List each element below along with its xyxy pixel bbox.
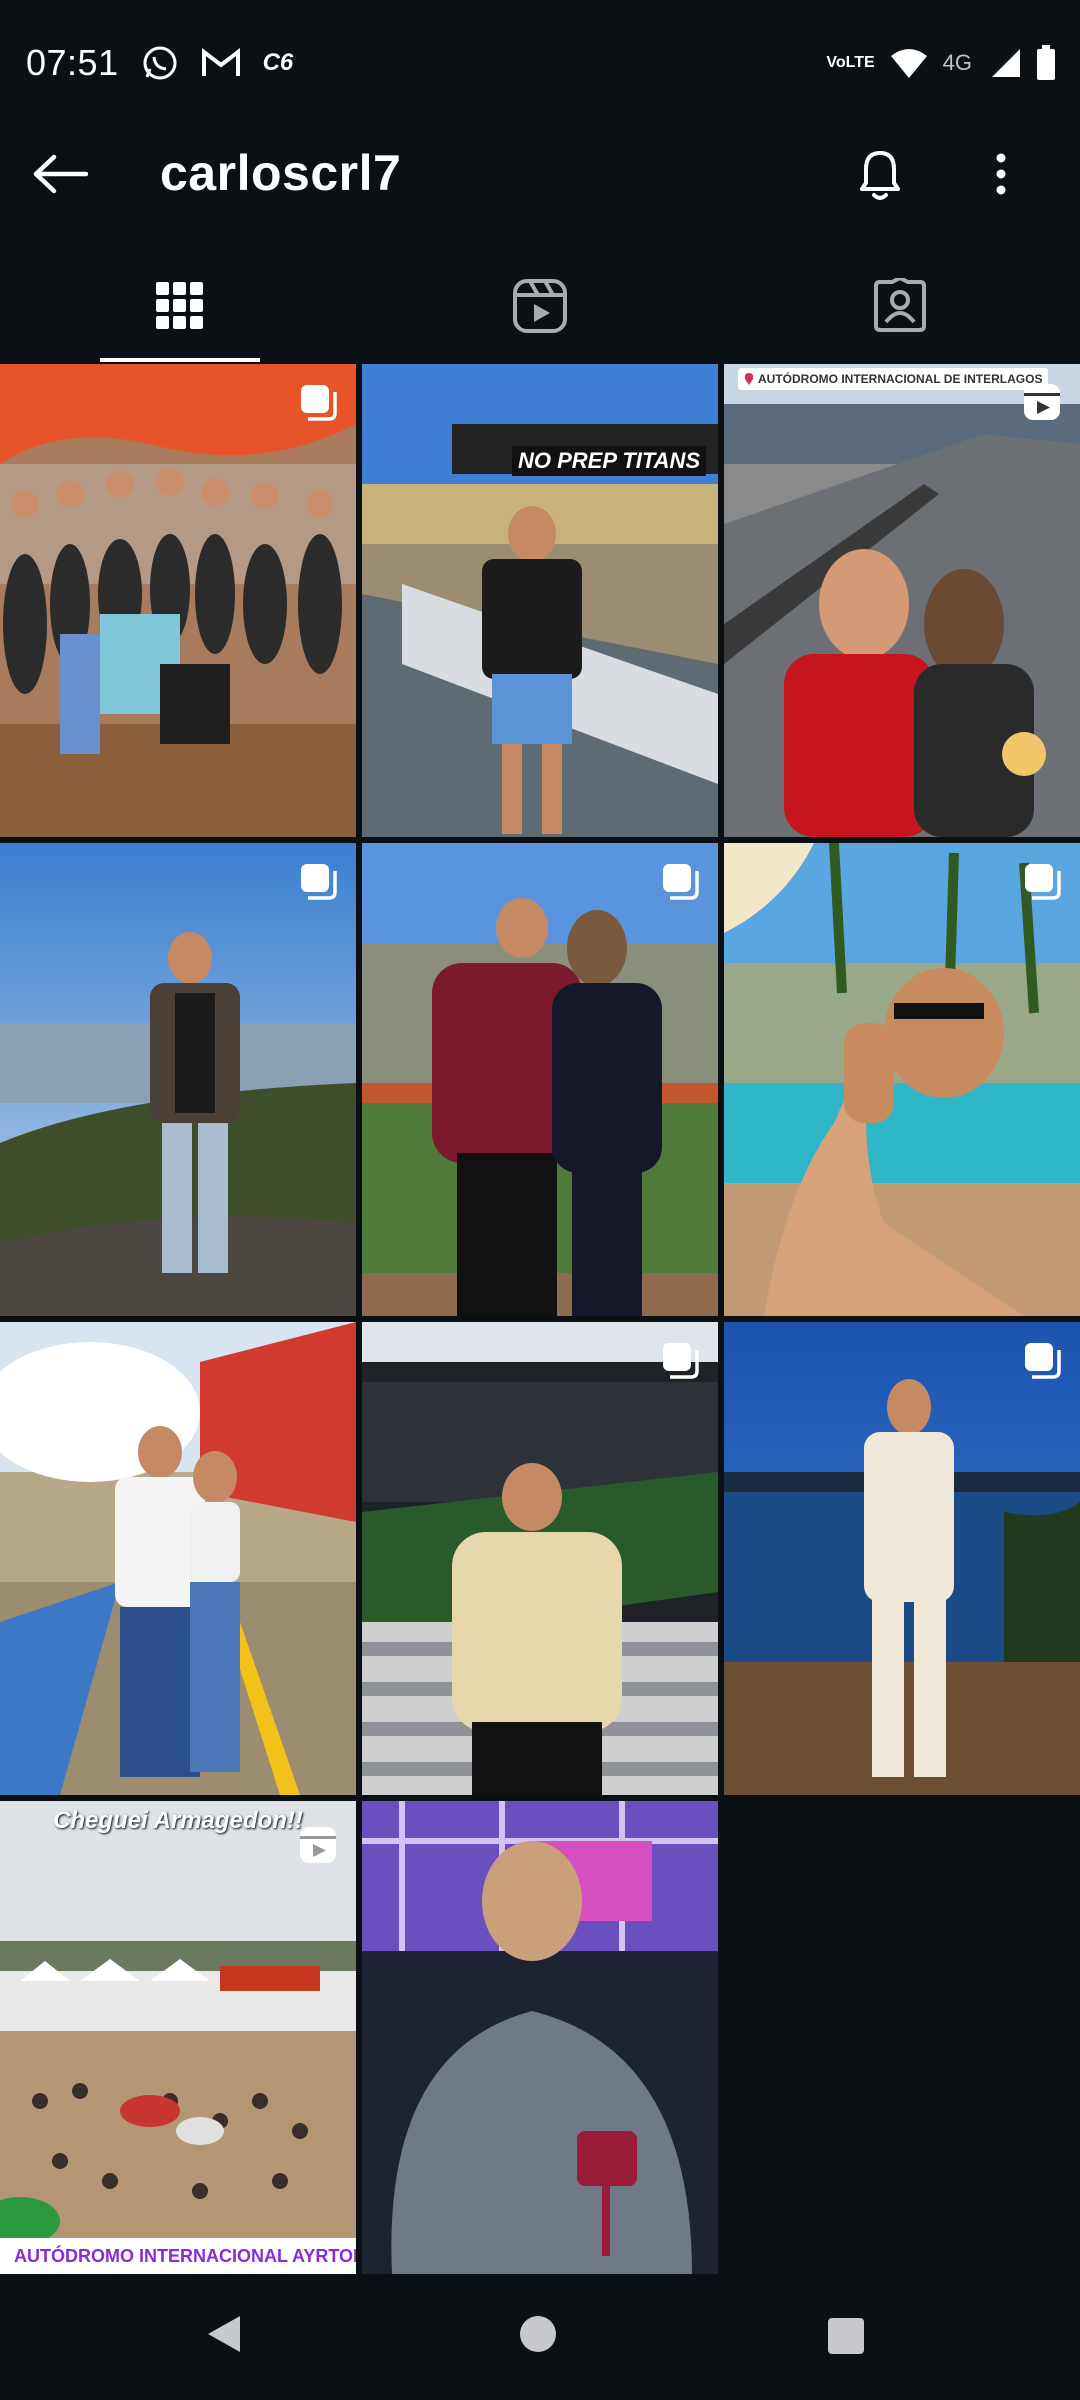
post-location-tag: AUTÓDROMO INTERNACIONAL AYRTON SENNA... xyxy=(0,2238,356,2274)
carousel-icon xyxy=(298,382,338,427)
carousel-icon xyxy=(1022,861,1062,906)
post-banner-text: NO PREP TITANS xyxy=(512,446,707,476)
more-options-button[interactable] xyxy=(976,142,1026,206)
profile-tabs xyxy=(0,250,1080,362)
grid-icon xyxy=(156,282,203,329)
tagged-icon xyxy=(874,278,926,332)
carousel-icon xyxy=(660,861,700,906)
reel-icon xyxy=(298,1825,338,1870)
tab-reels[interactable] xyxy=(360,250,720,362)
post-thumbnail-8[interactable] xyxy=(362,1322,718,1795)
carousel-icon xyxy=(298,861,338,906)
more-vertical-icon xyxy=(996,153,1006,195)
post-location-tag: AUTÓDROMO INTERNACIONAL DE INTERLAGOS xyxy=(738,368,1049,390)
c6-bank-icon: C6 xyxy=(262,49,294,76)
nav-home-button[interactable] xyxy=(520,2316,556,2352)
wifi-icon xyxy=(889,46,929,80)
location-pin-icon xyxy=(744,373,754,385)
post-thumbnail-7[interactable] xyxy=(0,1322,356,1795)
gmail-icon xyxy=(201,47,241,79)
back-button[interactable] xyxy=(30,146,90,202)
battery-icon xyxy=(1036,45,1056,81)
whatsapp-icon xyxy=(141,44,179,82)
nav-back-button[interactable] xyxy=(204,2314,244,2354)
carousel-icon xyxy=(660,1340,700,1385)
post-thumbnail-10[interactable]: Cheguei Armagedon!! AUTÓDROMO INTERNACIO… xyxy=(0,1801,356,2274)
tab-tagged[interactable] xyxy=(720,250,1080,362)
post-thumbnail-6[interactable] xyxy=(724,843,1080,1316)
network-type-label: 4G xyxy=(942,50,972,75)
post-thumbnail-2[interactable]: NO PREP TITANS xyxy=(362,364,718,837)
post-thumbnail-9[interactable] xyxy=(724,1322,1080,1795)
profile-username: carloscrl7 xyxy=(160,145,402,201)
tab-selected-indicator xyxy=(100,358,260,362)
signal-icon xyxy=(990,47,1022,79)
posts-grid: NO PREP TITANS AUTÓDROMO INTERNACIONAL D… xyxy=(0,364,1080,2274)
status-time: 07:51 xyxy=(26,42,119,83)
tab-posts-grid[interactable] xyxy=(0,250,360,362)
post-thumbnail-5[interactable] xyxy=(362,843,718,1316)
post-thumbnail-1[interactable] xyxy=(0,364,356,837)
post-thumbnail-4[interactable] xyxy=(0,843,356,1316)
reels-icon xyxy=(513,279,567,333)
profile-top-bar: carloscrl7 xyxy=(0,126,1080,224)
arrow-left-icon xyxy=(33,154,88,194)
notifications-button[interactable] xyxy=(848,142,912,206)
carousel-icon xyxy=(1022,1340,1062,1385)
reel-icon xyxy=(1022,382,1062,427)
volte-icon: Vo LTE xyxy=(826,54,875,71)
bell-icon xyxy=(860,151,900,200)
system-navigation-bar xyxy=(0,2270,1080,2400)
nav-recents-button[interactable] xyxy=(828,2318,864,2354)
post-thumbnail-11[interactable] xyxy=(362,1801,718,2274)
status-bar: 07:51 C6 Vo LTE 4G xyxy=(0,0,1080,126)
post-thumbnail-3[interactable]: AUTÓDROMO INTERNACIONAL DE INTERLAGOS xyxy=(724,364,1080,837)
